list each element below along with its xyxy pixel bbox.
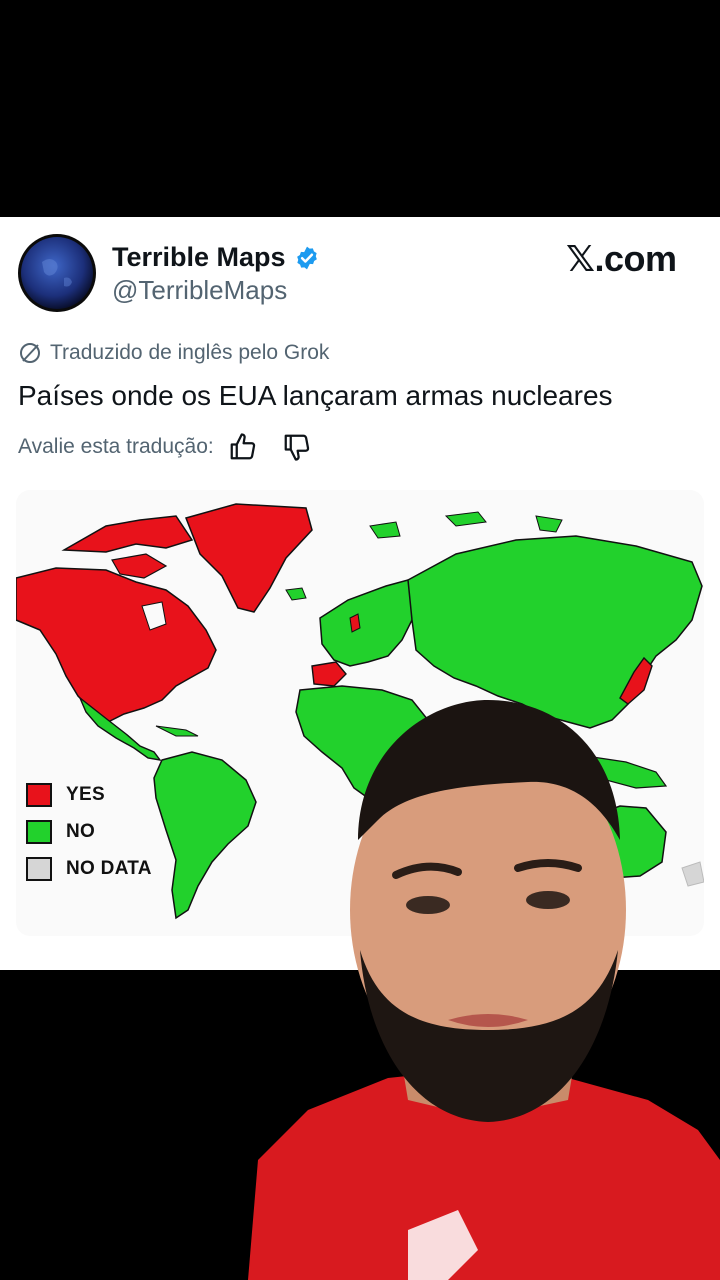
translation-notice: Traduzido de inglês pelo Grok bbox=[18, 339, 329, 367]
thumbs-down-icon[interactable] bbox=[282, 432, 312, 462]
display-name[interactable]: Terrible Maps bbox=[112, 241, 286, 273]
legend-item-yes: YES bbox=[26, 776, 152, 813]
map-legend: YES NO NO DATA bbox=[26, 776, 152, 887]
rate-translation-label: Avalie esta tradução: bbox=[18, 435, 214, 458]
user-handle[interactable]: @TerribleMaps bbox=[112, 274, 287, 306]
legend-item-no-data: NO DATA bbox=[26, 850, 152, 887]
rate-translation: Avalie esta tradução: bbox=[18, 431, 312, 463]
legend-swatch-no-data bbox=[26, 856, 52, 881]
translation-notice-text: Traduzido de inglês pelo Grok bbox=[50, 341, 330, 364]
verified-badge-icon bbox=[297, 246, 317, 270]
legend-swatch-no bbox=[26, 819, 52, 844]
presenter-video-overlay bbox=[248, 690, 720, 1280]
legend-label: YES bbox=[66, 783, 105, 805]
x-com-watermark: 𝕏.com bbox=[566, 238, 677, 279]
post-text: Países onde os EUA lançaram armas nuclea… bbox=[18, 380, 613, 411]
legend-item-no: NO bbox=[26, 813, 152, 850]
translate-icon bbox=[20, 343, 40, 363]
legend-label: NO bbox=[66, 820, 96, 842]
legend-label: NO DATA bbox=[66, 857, 152, 879]
avatar[interactable] bbox=[18, 234, 96, 312]
legend-swatch-yes bbox=[26, 782, 52, 807]
thumbs-up-icon[interactable] bbox=[228, 432, 258, 462]
